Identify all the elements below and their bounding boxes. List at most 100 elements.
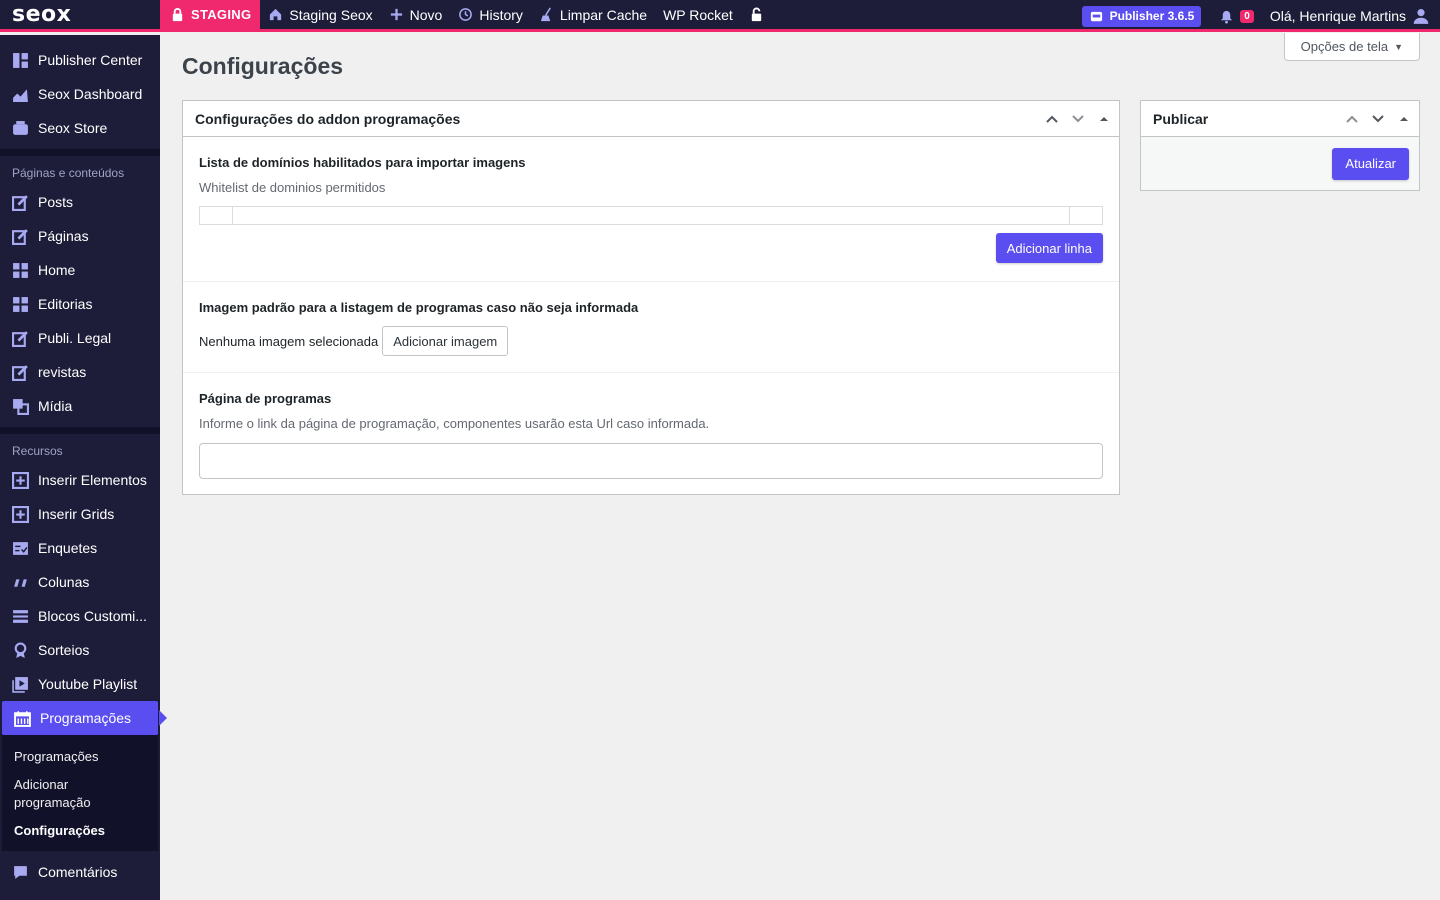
sidebar-heading-pages: Páginas e conteúdos: [12, 166, 125, 180]
media-icon: [11, 397, 29, 415]
domain-repeater-table[interactable]: [199, 206, 1103, 225]
sidebar-item-blocos-customizados[interactable]: Blocos Customi...: [0, 599, 160, 633]
broom-icon: [540, 7, 551, 22]
plus-square-icon: [11, 505, 29, 523]
sidebar-item-inserir-elementos[interactable]: Inserir Elementos: [0, 463, 160, 497]
submenu-item-programacoes[interactable]: Programações: [2, 743, 158, 771]
staging-indicator[interactable]: STAGING: [160, 0, 261, 31]
programacoes-submenu: Programações Adicionar programação Confi…: [2, 735, 158, 851]
bell-icon: [1221, 10, 1233, 24]
update-button[interactable]: Atualizar: [1332, 147, 1409, 180]
rocket-label: WP Rocket: [663, 6, 733, 23]
video-icon: [11, 675, 29, 693]
field-domain-whitelist: Lista de domínios habilitados para impor…: [183, 137, 1119, 282]
sidebar-item-label: Publi. Legal: [38, 330, 112, 346]
add-row-button[interactable]: Adicionar linha: [995, 233, 1103, 263]
move-down-icon[interactable]: [1069, 110, 1087, 128]
publisher-version-badge[interactable]: Publisher 3.6.5: [1081, 5, 1202, 27]
submenu-item-adicionar-programacao[interactable]: Adicionar programação: [2, 771, 158, 817]
field-default-image: Imagem padrão para a listagem de program…: [183, 282, 1119, 373]
settings-postbox: Configurações do addon programações List…: [182, 100, 1120, 495]
postbox-controls: [1343, 101, 1413, 137]
sidebar-item-revistas[interactable]: revistas: [0, 355, 160, 389]
award-icon: [11, 641, 29, 659]
page-title: Configurações: [182, 53, 344, 79]
admin-bar-right: Publisher 3.6.5 0 Olá, Henrique Martins: [1081, 0, 1440, 32]
sidebar-item-inserir-grids[interactable]: Inserir Grids: [0, 497, 160, 531]
seox-logo[interactable]: seox: [0, 0, 160, 31]
sidebar-item-sorteios[interactable]: Sorteios: [0, 633, 160, 667]
new-label: Novo: [409, 6, 443, 23]
edit-icon: [11, 193, 29, 211]
add-image-button[interactable]: Adicionar imagem: [382, 326, 509, 356]
lock-icon: [172, 8, 183, 22]
programs-page-url-input[interactable]: [199, 443, 1103, 479]
poll-icon: [11, 539, 29, 557]
publish-postbox-header: Publicar: [1141, 101, 1419, 137]
sidebar-item-publi-legal[interactable]: Publi. Legal: [0, 321, 160, 355]
caret-down-icon: ▼: [1394, 41, 1403, 52]
field-description: Informe o link da página de programação,…: [199, 416, 710, 431]
publish-actions: Atualizar: [1141, 137, 1419, 190]
sidebar-item-label: Youtube Playlist: [38, 676, 138, 692]
wp-rocket-link[interactable]: WP Rocket: [655, 0, 741, 31]
sidebar-item-publisher-center[interactable]: Publisher Center: [0, 43, 160, 77]
sidebar-item-youtube-playlist[interactable]: Youtube Playlist: [0, 667, 160, 701]
home-icon: [270, 8, 282, 21]
move-down-icon[interactable]: [1369, 110, 1387, 128]
cache-label: Limpar Cache: [559, 6, 648, 23]
layout-icon: [11, 607, 29, 625]
sidebar-item-label: Enquetes: [38, 540, 98, 556]
edit-icon: [11, 329, 29, 347]
user-icon: [1413, 9, 1429, 24]
staging-label: STAGING: [191, 7, 252, 22]
submenu-item-configuracoes[interactable]: Configurações: [2, 817, 158, 845]
history-link[interactable]: History: [450, 0, 531, 31]
toggle-panel-icon[interactable]: [1395, 110, 1413, 128]
quote-icon: [11, 573, 29, 591]
sidebar-item-label: Posts: [38, 194, 74, 210]
sidebar-item-label: Sorteios: [38, 642, 90, 658]
blocks-icon: [11, 261, 29, 279]
clear-cache-link[interactable]: Limpar Cache: [531, 0, 655, 31]
sidebar-item-label: Comentários: [38, 864, 118, 880]
sidebar-item-label: Páginas: [38, 228, 89, 244]
greeting: Olá, Henrique Martins: [1269, 8, 1406, 24]
sidebar-item-editorias[interactable]: Editorias: [0, 287, 160, 321]
sidebar-item-colunas[interactable]: Colunas: [0, 565, 160, 599]
screen-options-label: Opções de tela: [1300, 39, 1389, 54]
screen-options-button[interactable]: Opções de tela ▼: [1283, 33, 1420, 61]
sidebar-item-label: Seox Store: [38, 120, 108, 136]
notifications[interactable]: 0: [1211, 0, 1262, 32]
no-image-text: Nenhuma imagem selecionada: [199, 333, 379, 349]
sidebar-item-label: Editorias: [38, 296, 93, 312]
site-link[interactable]: Staging Seox: [260, 0, 380, 31]
sidebar-item-seox-store[interactable]: Seox Store: [0, 111, 160, 145]
postbox-controls: [1043, 101, 1113, 137]
main-content: Opções de tela ▼ Configurações Configura…: [160, 33, 1440, 900]
settings-postbox-header: Configurações do addon programações: [183, 101, 1119, 137]
calendar-icon: [13, 709, 31, 727]
field-label: Página de programas: [199, 391, 332, 406]
sidebar-item-home[interactable]: Home: [0, 253, 160, 287]
chart-icon: [11, 85, 29, 103]
new-content-link[interactable]: Novo: [381, 0, 451, 31]
sidebar-item-label: Inserir Elementos: [38, 472, 147, 488]
move-up-icon[interactable]: [1043, 110, 1061, 128]
sidebar-item-seox-dashboard[interactable]: Seox Dashboard: [0, 77, 160, 111]
user-account-menu[interactable]: Olá, Henrique Martins: [1262, 0, 1440, 32]
sidebar-item-comentarios[interactable]: Comentários: [0, 855, 160, 889]
sidebar-item-enquetes[interactable]: Enquetes: [0, 531, 160, 565]
sidebar-item-posts[interactable]: Posts: [0, 185, 160, 219]
lock-toggle[interactable]: [741, 0, 772, 31]
sidebar-item-midia[interactable]: Mídia: [0, 389, 160, 423]
grid-icon: [11, 51, 29, 69]
move-up-icon[interactable]: [1343, 110, 1361, 128]
site-label: Staging Seox: [289, 6, 373, 23]
sidebar-item-programacoes[interactable]: Programações: [2, 701, 167, 735]
repeater-actions: [1069, 207, 1102, 224]
edit-icon: [11, 227, 29, 245]
plus-icon: [390, 8, 402, 21]
sidebar-item-paginas[interactable]: Páginas: [0, 219, 160, 253]
toggle-panel-icon[interactable]: [1095, 110, 1113, 128]
